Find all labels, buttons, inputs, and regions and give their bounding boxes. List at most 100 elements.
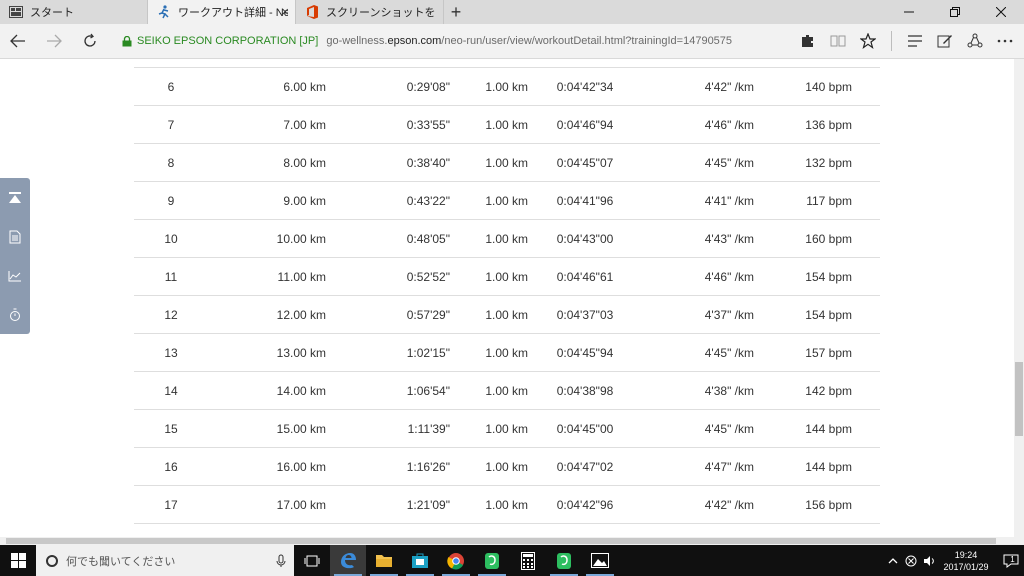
lap-number: 16 [134, 447, 208, 486]
lap-number: 14 [134, 371, 208, 410]
taskbar-photos[interactable] [582, 545, 618, 576]
heart-rate: 140 bpm [754, 67, 852, 106]
store-icon [412, 553, 428, 568]
taskbar-evernote-2[interactable] [546, 545, 582, 576]
lap-distance: 1.00 km [450, 447, 528, 486]
elapsed-time: 1:16'26" [326, 447, 450, 486]
cumulative-distance: 11.00 km [208, 257, 326, 296]
book-icon [830, 35, 846, 47]
lap-distance: 1.00 km [450, 371, 528, 410]
taskbar-calculator[interactable] [510, 545, 546, 576]
page-top-button[interactable] [0, 178, 30, 217]
lap-number: 12 [134, 295, 208, 334]
lap-button[interactable] [0, 295, 30, 334]
web-note-button[interactable] [930, 24, 960, 58]
elapsed-time: 0:38'40" [326, 143, 450, 182]
elapsed-time: 1:02'15" [326, 333, 450, 372]
lap-number: 8 [134, 143, 208, 182]
table-row: 10 10.00 km 0:48'05" 1.00 km 0:04'43"00 4'43"… [134, 219, 900, 258]
search-placeholder: 何でも聞いてください [66, 555, 176, 568]
summary-button[interactable] [0, 217, 30, 256]
lap-distance: 1.00 km [450, 181, 528, 220]
restore-icon [950, 7, 960, 17]
heart-rate: 136 bpm [754, 105, 852, 144]
microphone-icon[interactable] [276, 554, 286, 568]
url-text: go-wellness.epson.com/neo-run/user/view/… [326, 35, 733, 47]
taskbar: 何でも聞いてください 19:24 2017/01/29 1 [0, 545, 1024, 576]
close-icon[interactable]: × [281, 4, 289, 19]
refresh-button[interactable] [72, 24, 108, 58]
lap-table: 6 6.00 km 0:29'08" 1.00 km 0:04'42"34 4'42" /… [134, 67, 900, 524]
reading-view-toggle[interactable] [793, 24, 823, 58]
file-explorer-icon [376, 555, 392, 567]
cumulative-distance: 14.00 km [208, 371, 326, 410]
tab-title: ワークアウト詳細 - NeoRu [178, 7, 288, 19]
lock-icon [122, 35, 132, 46]
more-button[interactable] [990, 24, 1020, 58]
stopwatch-icon [10, 308, 20, 321]
back-button[interactable] [0, 24, 36, 58]
forward-button[interactable] [36, 24, 72, 58]
heart-rate: 142 bpm [754, 371, 852, 410]
chart-icon [8, 270, 21, 281]
action-center-button[interactable]: 1 [994, 553, 1024, 569]
vertical-scroll-thumb[interactable] [1015, 362, 1023, 436]
start-button[interactable] [0, 545, 36, 576]
favorite-button[interactable] [853, 24, 883, 58]
taskbar-evernote[interactable] [474, 545, 510, 576]
graph-button[interactable] [0, 256, 30, 295]
heart-rate: 156 bpm [754, 485, 852, 524]
network-disconnected-icon [905, 555, 917, 566]
lap-time: 0:04'45"07 [528, 143, 642, 182]
lap-distance: 1.00 km [450, 295, 528, 334]
lap-time: 0:04'37"03 [528, 295, 642, 334]
share-icon [967, 33, 983, 48]
network-status-icon[interactable] [902, 555, 920, 567]
share-button[interactable] [960, 24, 990, 58]
minimize-button[interactable] [886, 0, 932, 24]
elapsed-time: 0:29'08" [326, 67, 450, 106]
lap-distance: 1.00 km [450, 143, 528, 182]
lap-time: 0:04'38"98 [528, 371, 642, 410]
heart-rate: 132 bpm [754, 143, 852, 182]
cortana-search-box[interactable]: 何でも聞いてください [36, 545, 294, 576]
lap-distance: 1.00 km [450, 333, 528, 372]
lap-pace: 4'45" /km [642, 333, 754, 372]
lap-time: 0:04'42"96 [528, 485, 642, 524]
lap-pace: 4'43" /km [642, 219, 754, 258]
calculator-icon [521, 551, 535, 570]
restore-button[interactable] [932, 0, 978, 24]
volume-button[interactable] [920, 555, 938, 567]
vertical-scrollbar[interactable] [1014, 59, 1024, 537]
tab-start[interactable]: スタート [0, 0, 148, 24]
elapsed-time: 1:21'09" [326, 485, 450, 524]
navigation-bar: SEIKO EPSON CORPORATION [JP] go-wellness… [0, 24, 1024, 59]
taskbar-chrome[interactable] [438, 545, 474, 576]
taskbar-edge[interactable] [330, 545, 366, 576]
lap-time: 0:04'42"34 [528, 67, 642, 106]
document-icon [9, 230, 21, 243]
system-clock[interactable]: 19:24 2017/01/29 [938, 549, 994, 573]
lap-distance: 1.00 km [450, 485, 528, 524]
table-row: 7 7.00 km 0:33'55" 1.00 km 0:04'46"94 4'46" /… [134, 105, 900, 144]
window-close-button[interactable] [978, 0, 1024, 24]
side-menu [0, 178, 30, 334]
tab-screenshot-article[interactable]: スクリーンショットを自動的に Or [296, 0, 444, 24]
tab-workout-detail[interactable]: ワークアウト詳細 - NeoRu × [148, 0, 296, 24]
reading-view-button[interactable] [823, 24, 853, 58]
address-bar[interactable]: SEIKO EPSON CORPORATION [JP] go-wellness… [122, 35, 793, 47]
taskbar-file-explorer[interactable] [366, 545, 402, 576]
task-view-button[interactable] [294, 545, 330, 576]
lap-number: 17 [134, 485, 208, 524]
tab-strip: スタート ワークアウト詳細 - NeoRu × スクリーンショットを自動的に O… [0, 0, 1024, 24]
hub-button[interactable] [900, 24, 930, 58]
horizontal-scroll-thumb[interactable] [6, 538, 996, 544]
lap-distance: 1.00 km [450, 67, 528, 106]
lap-pace: 4'38" /km [642, 371, 754, 410]
new-tab-button[interactable]: + [444, 0, 468, 24]
show-hidden-icons-button[interactable] [884, 557, 902, 564]
table-row: 9 9.00 km 0:43'22" 1.00 km 0:04'41"96 4'41" /… [134, 181, 900, 220]
clock-time: 19:24 [954, 549, 978, 560]
taskbar-store[interactable] [402, 545, 438, 576]
chevron-up-icon [888, 557, 898, 563]
